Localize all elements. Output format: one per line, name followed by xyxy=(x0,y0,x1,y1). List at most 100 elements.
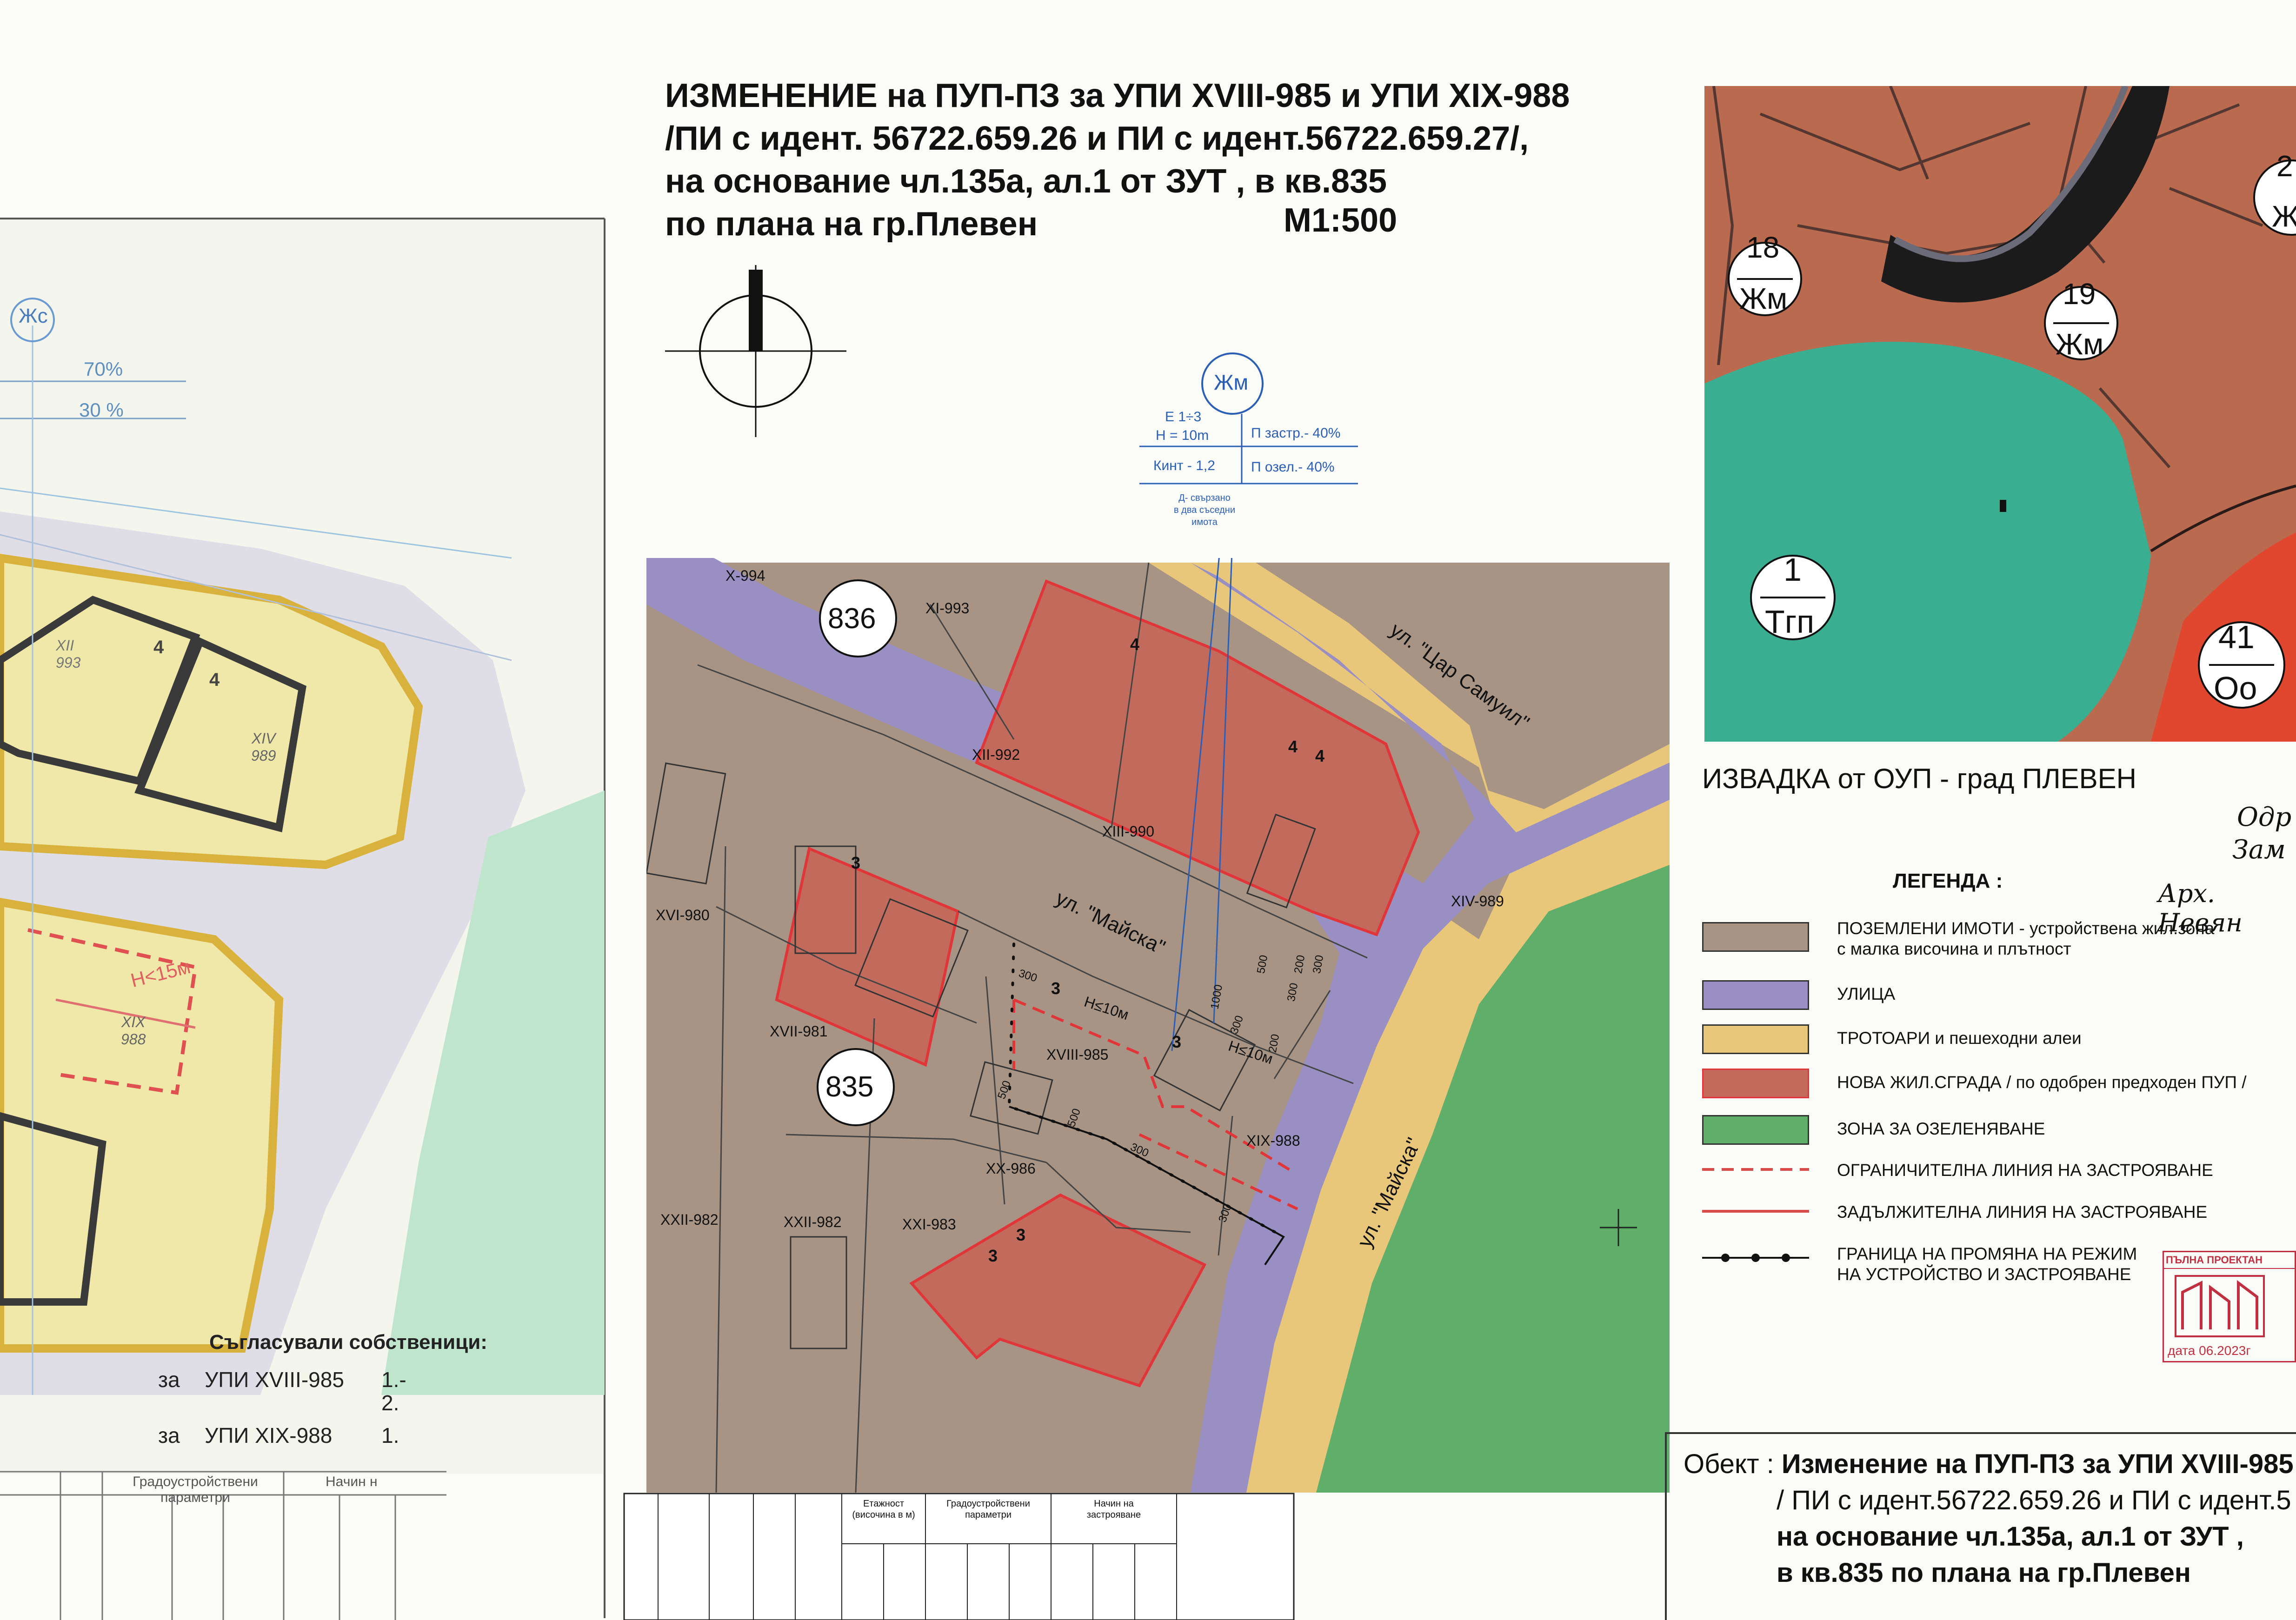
object-line-1: Изменение на ПУП-ПЗ за УПИ XVIII-985 xyxy=(1781,1449,2294,1479)
plot-label: XXI-983 xyxy=(902,1216,956,1233)
oup-zone-num: 2 xyxy=(2276,149,2293,183)
handwritten-note-2: Зам xyxy=(2232,835,2286,865)
oup-zone-code: Тгп xyxy=(1765,604,1815,640)
handwritten-note-1: Одр xyxy=(2237,802,2292,832)
legend-item-green-zone: ЗОНА ЗА ОЗЕЛЕНЯВАНЕ xyxy=(1702,1111,2288,1149)
oup-zone-code: Жм xyxy=(1739,282,1788,315)
drawing-title: ИЗМЕНЕНИЕ на ПУП-ПЗ за УПИ XVIII-985 и У… xyxy=(665,74,1642,246)
floor-count: 3 xyxy=(1051,979,1061,998)
block-835-label: 835 xyxy=(825,1071,874,1103)
floor-count: 3 xyxy=(988,1246,998,1265)
owners-row1-label: за xyxy=(158,1368,180,1392)
old-plot-a: XIV 989 xyxy=(251,730,276,764)
floor-count: 4 xyxy=(1130,635,1140,654)
owners-row2-value: УПИ XIX-988 xyxy=(205,1423,333,1447)
designer-stamp: ПЪЛНА ПРОЕКТАН дата 06.2023г xyxy=(2163,1251,2296,1362)
plot-label: XXII-982 xyxy=(784,1214,842,1230)
old-floor-b: 4 xyxy=(209,670,220,690)
owners-row1-value: УПИ XVIII-985 xyxy=(205,1368,344,1392)
block-836-label: 836 xyxy=(828,603,876,635)
floor-count: 3 xyxy=(1172,1032,1182,1051)
zone-green: П озел.- 40% xyxy=(1251,459,1335,475)
oup-zone-num: 1 xyxy=(1784,551,1802,588)
oup-zone-num: 19 xyxy=(2063,277,2096,311)
stamp-header: ПЪЛНА ПРОЕКТАН xyxy=(2164,1252,2295,1269)
oup-zone-code: Оо xyxy=(2214,670,2257,706)
zone-floors: Е 1÷3 xyxy=(1165,409,1202,425)
plot-label: XVII-981 xyxy=(770,1023,828,1040)
registration-cross-icon xyxy=(1600,1209,1637,1246)
plot-label: XIV-989 xyxy=(1451,893,1504,910)
title-line-1: ИЗМЕНЕНИЕ на ПУП-ПЗ за УПИ XVIII-985 и У… xyxy=(665,77,1570,114)
title-line-2: /ПИ с идент. 56722.659.26 и ПИ с идент.5… xyxy=(665,120,1529,157)
owners-row2-num: 1. xyxy=(381,1423,399,1447)
owners-row2-label: за xyxy=(158,1423,180,1447)
legend-text: ОГРАНИЧИТЕЛНА ЛИНИЯ НА ЗАСТРОЯВАНЕ xyxy=(1837,1161,2213,1180)
old-table-header-params: Градоустройствени параметри xyxy=(133,1474,258,1505)
stamp-logo-icon xyxy=(2175,1275,2265,1337)
legend-text: НОВА ЖИЛ.СГРАДА / по одобрен предходен П… xyxy=(1837,1073,2247,1092)
title-scale: М1:500 xyxy=(1284,202,1398,239)
legend-text: ТРОТОАРИ и пешеходни алеи xyxy=(1837,1029,2082,1048)
zone-note: Д- свързано в два съседни имота xyxy=(1173,493,1235,527)
legend-item-sidewalks: ТРОТОАРИ и пешеходни алеи xyxy=(1702,1021,2288,1058)
legend-swatch xyxy=(1702,1024,1809,1054)
plot-label: X-994 xyxy=(725,567,765,584)
legend-swatch xyxy=(1702,1115,1809,1145)
legend-item-new-building: НОВА ЖИЛ.СГРАДА / по одобрен предходен П… xyxy=(1702,1065,2288,1102)
old-pct-2: 30 % xyxy=(79,399,124,421)
old-zone-label: Жс xyxy=(19,305,48,327)
plot-label: XIII-990 xyxy=(1102,823,1155,840)
object-label: Обект : xyxy=(1684,1449,1774,1479)
plot-label: XI-993 xyxy=(925,600,970,617)
plot-label: XVI-980 xyxy=(656,907,710,923)
table-header-method: Начин на застрояване xyxy=(1086,1499,1141,1520)
legend-swatch xyxy=(1702,1069,1809,1098)
oup-zone-num: 41 xyxy=(2218,619,2255,655)
oup-zone-num: 18 xyxy=(1746,231,1780,264)
legend-item-mandatory-line: ЗАДЪЛЖИТЕЛНА ЛИНИЯ НА ЗАСТРОЯВАНЕ xyxy=(1702,1197,2288,1235)
legend-text: ЗАДЪЛЖИТЕЛНА ЛИНИЯ НА ЗАСТРОЯВАНЕ xyxy=(1837,1202,2208,1222)
old-pct-1: 70% xyxy=(84,358,123,380)
object-line-2: / ПИ с идент.56722.659.26 и ПИ с идент.5 xyxy=(1777,1485,2291,1515)
plot-label: XII-992 xyxy=(972,746,1020,763)
zone-kint: Кинт - 1,2 xyxy=(1153,458,1215,473)
object-line-4: в кв.835 по плана на гр.Плевен xyxy=(1777,1558,2191,1588)
plot-label: XVIII-985 xyxy=(1046,1046,1109,1063)
owners-title: Съгласували собственици: xyxy=(209,1331,487,1354)
floor-count: 4 xyxy=(1288,737,1298,756)
title-line-3: на основание чл.135а, ал.1 от ЗУТ , в кв… xyxy=(665,163,1387,200)
legend-dashed-line xyxy=(1702,1168,1809,1171)
legend-item-limit-line: ОГРАНИЧИТЕЛНА ЛИНИЯ НА ЗАСТРОЯВАНЕ xyxy=(1702,1155,2288,1193)
legend-item-parcels: ПОЗЕМЛЕНИ ИМОТИ - устройствена жил.зона … xyxy=(1702,918,2288,958)
legend-title: ЛЕГЕНДА : xyxy=(1893,870,2003,892)
legend-solid-line xyxy=(1702,1210,1809,1213)
legend-item-street: УЛИЦА xyxy=(1702,976,2288,1014)
legend-swatch xyxy=(1702,980,1809,1010)
oup-excerpt-map xyxy=(1704,86,2296,742)
legend-swatch xyxy=(1702,922,1809,952)
table-header-params: Градоустройствени параметри xyxy=(946,1499,1030,1520)
legend-text: УЛИЦА xyxy=(1837,984,1896,1003)
oup-zone-code: Ж xyxy=(2272,199,2296,233)
old-plot-b: XIX 988 xyxy=(121,1014,146,1048)
floor-count: 4 xyxy=(1315,746,1325,765)
plot-label: XIX-988 xyxy=(1246,1132,1300,1149)
object-line-3: на основание чл.135а, ал.1 от ЗУТ , xyxy=(1777,1521,2244,1552)
old-floor-a: 4 xyxy=(153,637,164,657)
object-description: Обект : Изменение на ПУП-ПЗ за УПИ XVIII… xyxy=(1684,1446,2294,1591)
plot-label: XX-986 xyxy=(986,1160,1036,1177)
legend-text: ГРАНИЦА НА ПРОМЯНА НА РЕЖИМ НА УСТРОЙСТВ… xyxy=(1837,1244,2137,1284)
old-plot-c: XII 993 xyxy=(56,637,81,671)
old-table-header-way: Начин н xyxy=(326,1474,378,1489)
legend-text: ПОЗЕМЛЕНИ ИМОТИ - устройствена жил.зона … xyxy=(1837,919,2215,958)
floor-count: 3 xyxy=(851,853,861,872)
owners-row1-num: 1.- xyxy=(381,1368,406,1392)
north-arrow-icon xyxy=(665,265,846,437)
stamp-date: дата 06.2023г xyxy=(2168,1343,2251,1358)
plot-label: XXII-982 xyxy=(660,1211,719,1228)
owners-row1-num2: 2. xyxy=(381,1391,399,1415)
zone-height: Н = 10m xyxy=(1156,428,1209,443)
legend-dotted-line xyxy=(1702,1254,1809,1262)
legend-text: ЗОНА ЗА ОЗЕЛЕНЯВАНЕ xyxy=(1837,1119,2045,1138)
